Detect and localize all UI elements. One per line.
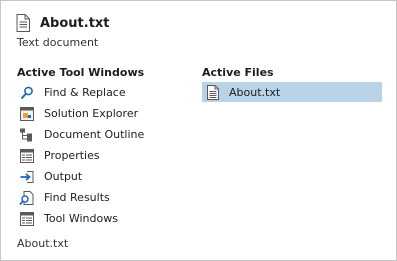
active-files-heading: Active Files	[202, 66, 274, 79]
header: About.txt	[16, 12, 110, 34]
tool-item-label: Output	[44, 170, 83, 183]
file-path-label: About.txt	[17, 237, 69, 250]
file-item-about-txt[interactable]: About.txt	[202, 82, 382, 102]
tool-item-output[interactable]: Output	[17, 166, 187, 187]
tool-item-label: Document Outline	[44, 128, 145, 141]
tool-item-properties[interactable]: Properties	[17, 145, 187, 166]
solution-explorer-icon	[19, 106, 35, 122]
document-type-label: Text document	[17, 36, 99, 49]
tool-item-label: Find & Replace	[44, 86, 126, 99]
tool-windows-icon	[19, 211, 35, 227]
tool-item-label: Properties	[44, 149, 100, 162]
find-replace-icon	[19, 85, 35, 101]
tool-item-find-results[interactable]: Find Results	[17, 187, 187, 208]
tool-item-label: Find Results	[44, 191, 110, 204]
tool-item-label: Tool Windows	[44, 212, 118, 225]
tool-item-find-replace[interactable]: Find & Replace	[17, 82, 187, 103]
find-results-icon	[19, 190, 35, 206]
file-item-label: About.txt	[229, 85, 281, 99]
ctrl-tab-switcher-window: About.txt Text document Active Tool Wind…	[0, 0, 397, 261]
document-icon	[16, 14, 30, 32]
tool-item-document-outline[interactable]: Document Outline	[17, 124, 187, 145]
output-icon	[19, 169, 35, 185]
document-outline-icon	[19, 127, 35, 143]
tool-item-solution-explorer[interactable]: Solution Explorer	[17, 103, 187, 124]
tool-item-tool-windows[interactable]: Tool Windows	[17, 208, 187, 229]
page-title: About.txt	[40, 15, 110, 31]
active-files-list: About.txt	[202, 82, 382, 102]
document-icon	[205, 84, 221, 100]
properties-icon	[19, 148, 35, 164]
tool-item-label: Solution Explorer	[44, 107, 139, 120]
tool-windows-heading: Active Tool Windows	[17, 66, 145, 79]
tool-windows-list: Find & Replace Solution Explorer Documen…	[17, 82, 187, 229]
